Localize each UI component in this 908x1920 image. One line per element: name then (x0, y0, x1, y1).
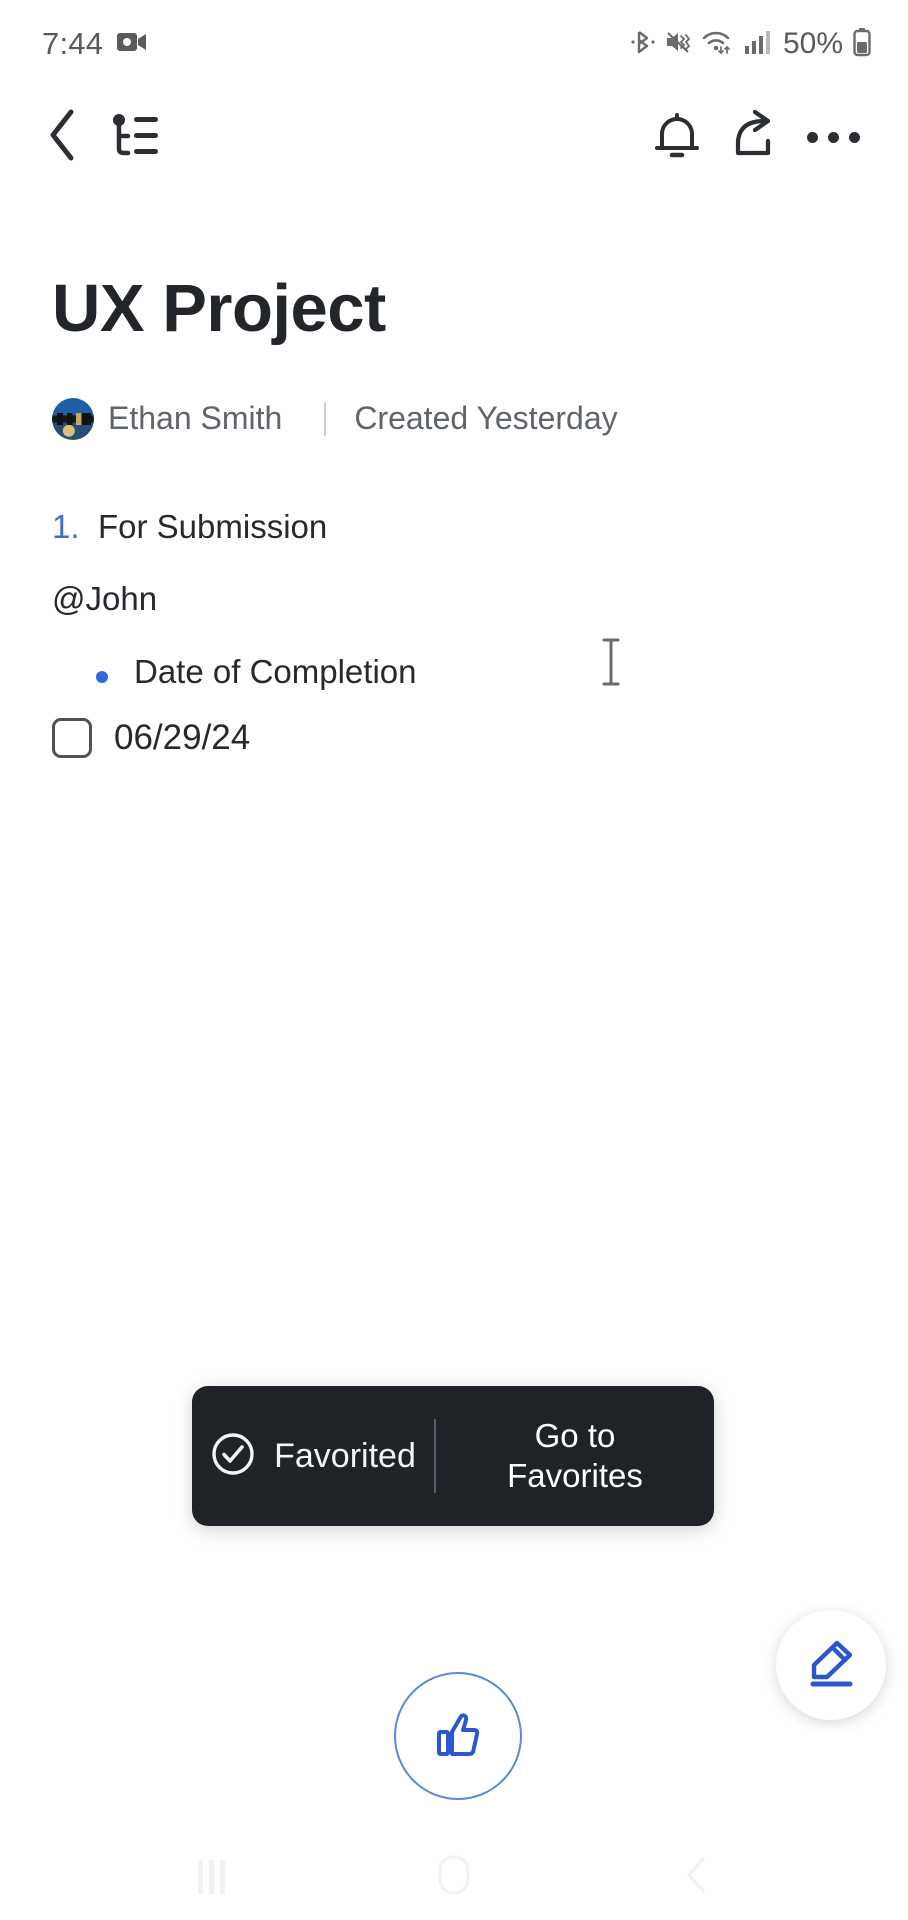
toolbar-right-group (638, 98, 872, 176)
avatar (52, 397, 94, 440)
back-button[interactable] (30, 98, 96, 176)
notifications-button[interactable] (638, 98, 716, 176)
share-button[interactable] (716, 98, 794, 176)
mute-vibrate-icon (664, 27, 692, 62)
go-to-favorites-button[interactable]: Go to Favorites (436, 1416, 714, 1497)
page-title: UX Project (52, 271, 386, 346)
phone-screen: 7:44 50% UX Project Ethan Smith Created … (0, 0, 908, 1920)
nav-home-button[interactable] (414, 1847, 494, 1907)
list-item-text: Date of Completion (134, 653, 417, 691)
share-arrow-icon (728, 108, 782, 167)
toast-message-group: Favorited (192, 1431, 434, 1482)
nav-back-button[interactable] (657, 1847, 737, 1907)
app-toolbar (0, 88, 908, 186)
edit-pencil-icon (803, 1635, 859, 1696)
list-item-text: For Submission (98, 507, 328, 545)
nav-recents-button[interactable] (171, 1847, 251, 1907)
three-dots-icon (806, 131, 860, 143)
battery-percent: 50% (782, 27, 843, 60)
toast-action-line1: Go to (534, 1416, 616, 1454)
status-time: 7:44 (42, 26, 104, 61)
more-options-button[interactable] (794, 98, 872, 176)
checklist-item-text: 06/29/24 (114, 717, 251, 757)
byline-divider (324, 401, 327, 436)
note-content[interactable]: 1. For Submission @John Date of Completi… (52, 496, 856, 758)
author-name: Ethan Smith (108, 400, 283, 437)
recents-icon (197, 1860, 225, 1894)
thumbs-up-icon (429, 1705, 487, 1768)
list-item[interactable]: Date of Completion (52, 641, 856, 704)
bell-icon (651, 108, 703, 167)
outline-list-icon (107, 107, 163, 168)
chevron-left-icon (45, 107, 81, 168)
edit-button[interactable] (776, 1610, 886, 1720)
bluetooth-icon (631, 27, 655, 62)
document-body: UX Project Ethan Smith Created Yesterday… (0, 186, 908, 768)
nav-chevron-left-icon (682, 1854, 712, 1901)
like-button[interactable] (394, 1672, 522, 1800)
toast-snackbar: Favorited Go to Favorites (192, 1386, 714, 1526)
mention-text: @John (52, 580, 158, 618)
check-circle-icon (210, 1431, 256, 1482)
outline-button[interactable] (96, 98, 174, 176)
list-item[interactable]: @John (52, 568, 856, 631)
home-icon (437, 1854, 471, 1901)
screen-record-icon (117, 31, 147, 58)
toast-message: Favorited (274, 1436, 416, 1475)
status-bar: 7:44 50% (0, 0, 908, 88)
status-bar-right: 50% (631, 27, 872, 62)
checklist-item[interactable]: 06/29/24 (52, 717, 856, 758)
status-bar-left: 7:44 (42, 26, 147, 62)
battery-icon (852, 27, 872, 62)
android-nav-bar (0, 1834, 908, 1920)
cellular-signal-icon (744, 29, 770, 60)
toolbar-left-group (30, 98, 174, 176)
toast-action-line2: Favorites (507, 1457, 643, 1494)
wifi-icon (701, 27, 735, 62)
list-item[interactable]: 1. For Submission (52, 496, 856, 559)
byline: Ethan Smith Created Yesterday (52, 397, 856, 440)
checkbox[interactable] (52, 717, 92, 758)
created-date: Created Yesterday (354, 400, 618, 437)
bullet-icon (96, 671, 108, 684)
list-marker: 1. (52, 507, 80, 545)
